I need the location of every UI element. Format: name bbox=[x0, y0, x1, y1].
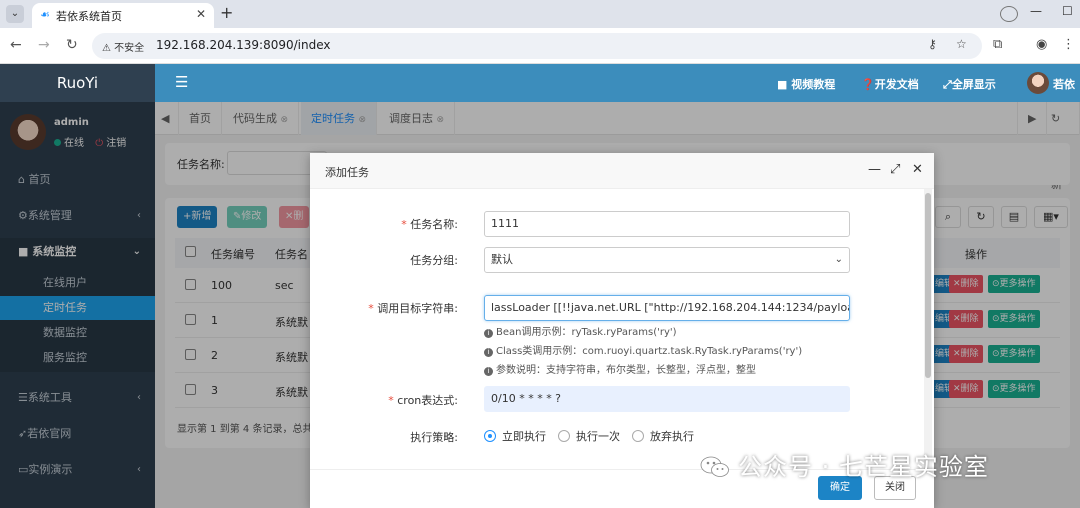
scrollbar-thumb[interactable] bbox=[925, 193, 931, 378]
app-topbar: ☰ ■ 视频教程 ❓开发文档 ⤢全屏显示 若依 bbox=[155, 64, 1080, 102]
url-text: 192.168.204.139:8090/index bbox=[156, 38, 331, 52]
hint-class: i Class类调用示例：com.ruoyi.quartz.task.RyTask… bbox=[484, 342, 802, 357]
hint-params: i 参数说明：支持字符串，布尔类型，长整型，浮点型，整型 bbox=[484, 361, 756, 376]
maximize-icon[interactable]: ☐ bbox=[1062, 4, 1073, 18]
misfire-option-once[interactable]: 执行一次 bbox=[558, 428, 620, 444]
job-group-label: 任务分组: bbox=[410, 254, 458, 267]
dev-docs-link[interactable]: ❓开发文档 bbox=[861, 76, 919, 92]
new-tab-icon[interactable]: + bbox=[220, 3, 233, 22]
fullscreen-link[interactable]: ⤢全屏显示 bbox=[943, 76, 996, 92]
invoke-target-input[interactable]: lassLoader [[!!java.net.URL ["http://192… bbox=[484, 295, 850, 321]
dialog-header: 添加任务 — ⤢ ✕ bbox=[310, 153, 934, 189]
extensions-icon[interactable]: ⧉ bbox=[993, 37, 1002, 52]
radio-unchecked[interactable] bbox=[632, 430, 644, 442]
user-menu-name[interactable]: 若依 bbox=[1053, 76, 1075, 92]
user-avatar[interactable] bbox=[1027, 72, 1049, 94]
video-tutorial-link[interactable]: ■ 视频教程 bbox=[777, 76, 835, 92]
close-dialog-icon[interactable]: ✕ bbox=[912, 162, 923, 177]
minimize-icon[interactable]: — bbox=[1030, 4, 1042, 18]
address-bar-row: ← → ↻ ⚠ 不安全 192.168.204.139:8090/index ⚷… bbox=[0, 28, 1080, 64]
hint-bean: i Bean调用示例：ryTask.ryParams('ry') bbox=[484, 323, 677, 338]
misfire-option-abandon[interactable]: 放弃执行 bbox=[632, 428, 694, 444]
misfire-option-immediate[interactable]: 立即执行 bbox=[484, 428, 546, 444]
reload-icon[interactable]: ↻ bbox=[66, 37, 78, 53]
watermark-text: 公众号 · 七芒星实验室 bbox=[738, 453, 989, 481]
address-bar[interactable]: ⚠ 不安全 192.168.204.139:8090/index ⚷ ☆ bbox=[92, 33, 982, 59]
bookmark-star-icon[interactable]: ☆ bbox=[956, 37, 967, 51]
forward-icon[interactable]: → bbox=[38, 37, 50, 53]
misfire-label: 执行策略: bbox=[410, 431, 458, 444]
sidebar-toggle-icon[interactable]: ☰ bbox=[175, 73, 188, 91]
back-icon[interactable]: ← bbox=[10, 37, 22, 53]
browser-tab-bar: ⌄ ☙ 若依系统首页 ✕ + — ☐ bbox=[0, 0, 1080, 28]
browser-tab[interactable]: ☙ 若依系统首页 ✕ bbox=[32, 3, 214, 28]
minimize-dialog-icon[interactable]: — bbox=[868, 162, 881, 177]
account-icon[interactable]: ◉ bbox=[1036, 37, 1047, 52]
wechat-watermark: 公众号 · 七芒星实验室 bbox=[700, 447, 989, 482]
cron-label: * cron表达式: bbox=[388, 394, 458, 407]
browser-tab-title: 若依系统首页 bbox=[56, 10, 122, 23]
wechat-icon bbox=[700, 456, 729, 477]
ruoyi-favicon-icon: ☙ bbox=[40, 8, 50, 21]
info-icon: i bbox=[484, 348, 493, 357]
dialog-scrollbar[interactable] bbox=[924, 189, 932, 469]
browser-menu-icon[interactable]: ⋮ bbox=[1062, 37, 1075, 52]
tab-search-chevron-icon[interactable]: ⌄ bbox=[6, 5, 24, 23]
cron-input[interactable]: 0/10 * * * * ? bbox=[484, 386, 850, 412]
job-name-label: * 任务名称: bbox=[401, 218, 458, 231]
close-tab-icon[interactable]: ✕ bbox=[196, 7, 206, 21]
info-icon: i bbox=[484, 329, 493, 338]
job-group-select[interactable]: 默认 ⌄ bbox=[484, 247, 850, 273]
chevron-down-icon: ⌄ bbox=[834, 254, 843, 265]
password-key-icon[interactable]: ⚷ bbox=[928, 37, 937, 51]
dialog-title: 添加任务 bbox=[325, 166, 369, 179]
maximize-dialog-icon[interactable]: ⤢ bbox=[890, 162, 900, 177]
job-name-input[interactable]: 1111 bbox=[484, 211, 850, 237]
radio-unchecked[interactable] bbox=[558, 430, 570, 442]
app-logo[interactable]: RuoYi bbox=[0, 64, 155, 102]
invoke-target-label: * 调用目标字符串: bbox=[368, 302, 458, 315]
security-warning[interactable]: ⚠ 不安全 bbox=[102, 39, 144, 54]
info-icon: i bbox=[484, 367, 493, 376]
radio-checked[interactable] bbox=[484, 430, 496, 442]
profile-icon[interactable] bbox=[1000, 6, 1018, 22]
